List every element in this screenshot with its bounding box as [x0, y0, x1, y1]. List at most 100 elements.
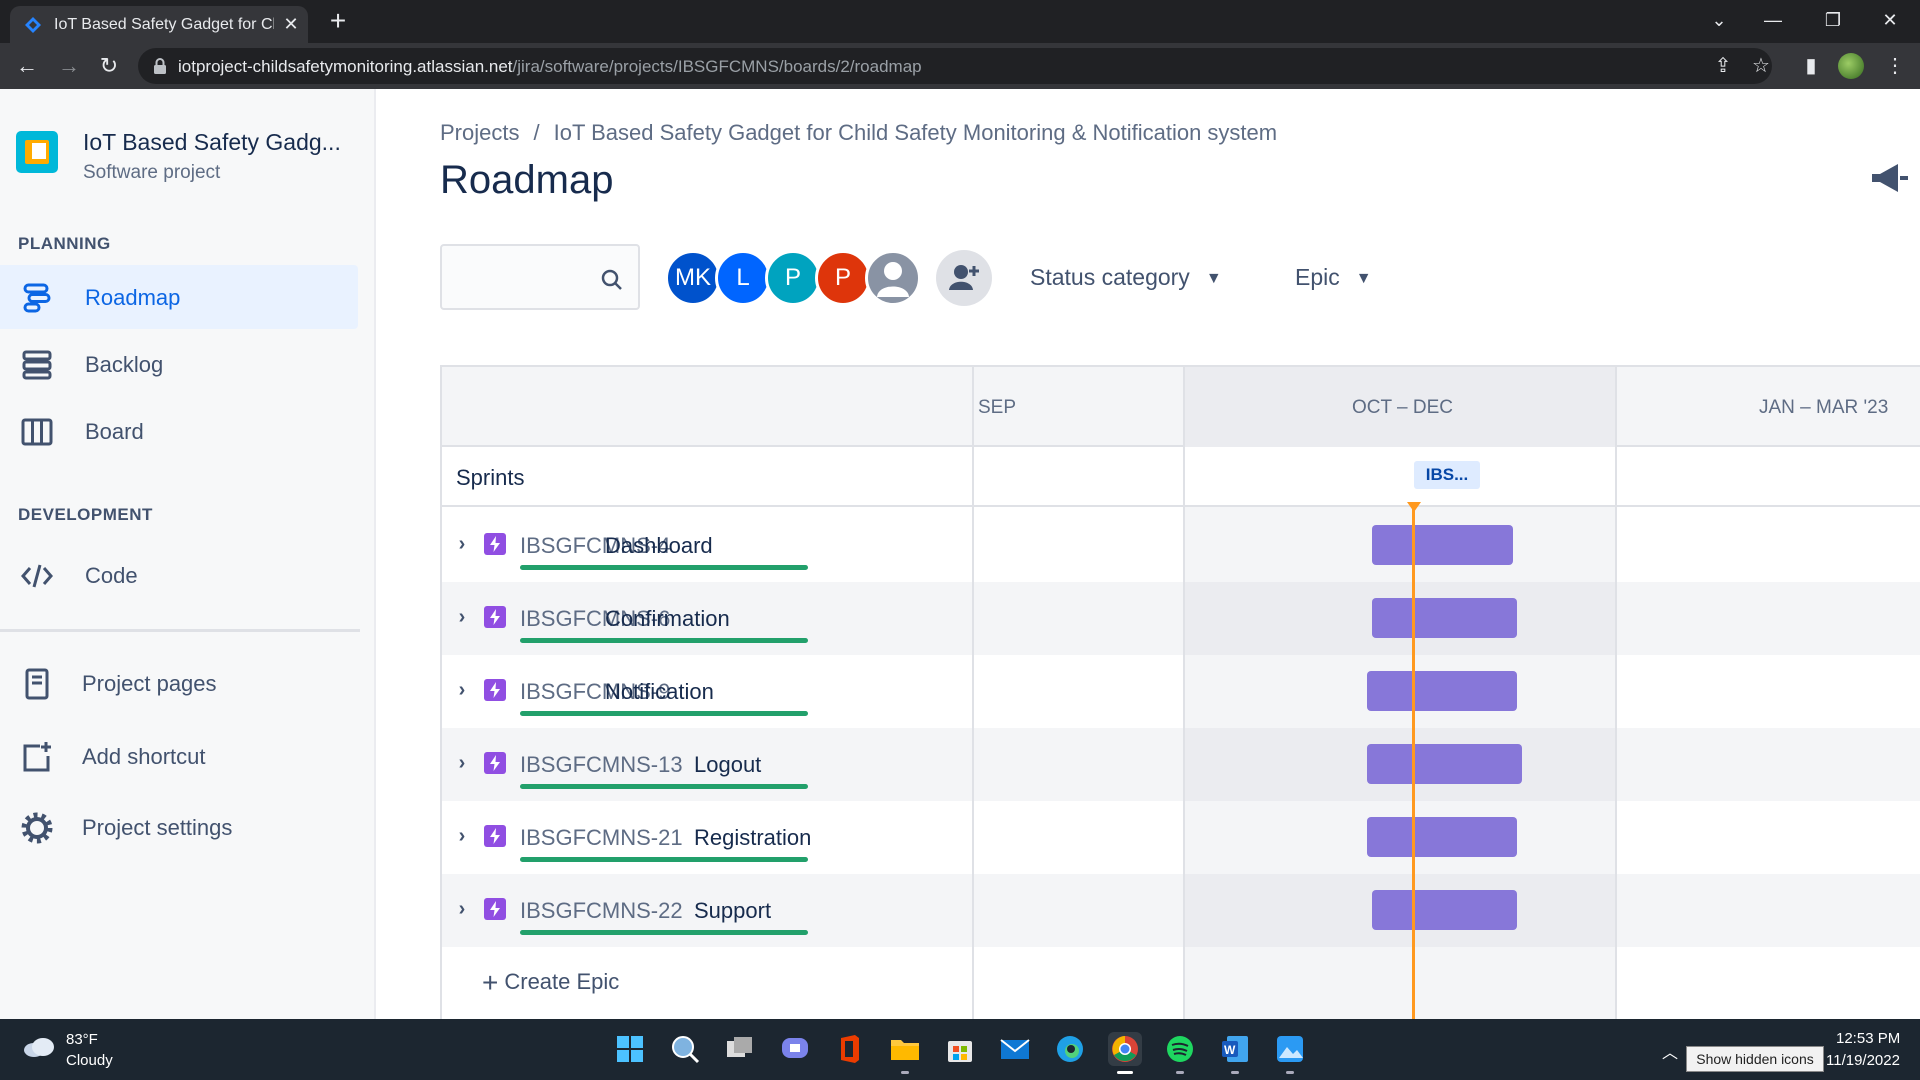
epic-icon: [484, 533, 506, 555]
sidebar-item-label: Project settings: [82, 815, 233, 840]
epic-row[interactable]: › IBSGFCMNS-22 Support: [442, 874, 1920, 947]
close-tab-icon[interactable]: ✕: [280, 13, 302, 35]
restore-icon[interactable]: ❐: [1818, 8, 1848, 32]
sidebar-item-backlog[interactable]: Backlog: [0, 332, 358, 396]
chevron-right-icon[interactable]: ›: [452, 606, 472, 628]
epic-row[interactable]: › IBSGFCMNS-13 Logout: [442, 728, 1920, 801]
epic-name[interactable]: Logout: [694, 752, 761, 778]
month-jan-mar: JAN – MAR '23: [1759, 397, 1889, 418]
sidebar-item-roadmap[interactable]: Roadmap: [0, 265, 358, 329]
breadcrumb: Projects / IoT Based Safety Gadget for Chi…: [440, 120, 1277, 146]
epic-title-cell: › IBSGFCMNS-4 Dashboard: [442, 509, 972, 582]
epic-row[interactable]: › IBSGFCMNS-6 Confirmation: [442, 582, 1920, 655]
edge-icon[interactable]: [1053, 1032, 1087, 1066]
microsoft-store-icon[interactable]: [943, 1032, 977, 1066]
status-category-filter[interactable]: Status category ▼: [1030, 264, 1222, 291]
roadmap-timeline: SEP OCT – DEC JAN – MAR '23 Sprints IBS.…: [440, 365, 1920, 1019]
spotify-icon[interactable]: [1163, 1032, 1197, 1074]
epic-timeline-bar[interactable]: [1372, 890, 1517, 930]
word-icon[interactable]: W: [1218, 1032, 1252, 1074]
file-explorer-icon[interactable]: [888, 1032, 922, 1074]
epic-timeline-bar[interactable]: [1372, 598, 1517, 638]
chevron-right-icon[interactable]: ›: [452, 752, 472, 774]
start-button[interactable]: [613, 1032, 647, 1066]
chevron-right-icon[interactable]: ›: [452, 825, 472, 847]
chevron-up-icon[interactable]: ︿: [1660, 1039, 1680, 1062]
epic-name[interactable]: Confirmation: [605, 606, 730, 632]
epic-name[interactable]: Notification: [605, 679, 714, 705]
avatar[interactable]: MK: [665, 250, 721, 306]
photos-icon[interactable]: [1273, 1032, 1307, 1074]
project-name[interactable]: IoT Based Safety Gadg...: [83, 129, 341, 156]
epic-row[interactable]: › IBSGFCMNS-9 Notification: [442, 655, 1920, 728]
epic-name[interactable]: Dashboard: [605, 533, 713, 559]
browser-tab[interactable]: IoT Based Safety Gadget for Chil ✕: [10, 6, 308, 43]
epic-key[interactable]: IBSGFCMNS-21: [520, 825, 683, 851]
breadcrumb-projects-link[interactable]: Projects: [440, 120, 519, 145]
epic-timeline-bar[interactable]: [1367, 671, 1517, 711]
month-sep: SEP: [978, 397, 1017, 418]
avatar[interactable]: P: [815, 250, 871, 306]
task-view-icon[interactable]: [723, 1032, 757, 1066]
avatar[interactable]: P: [765, 250, 821, 306]
tab-search-icon[interactable]: ⌄: [1704, 8, 1734, 32]
side-panel-icon[interactable]: ▮: [1796, 51, 1826, 81]
avatar[interactable]: L: [715, 250, 771, 306]
sidebar-item-add-shortcut[interactable]: Add shortcut: [0, 724, 358, 788]
sidebar-item-project-pages[interactable]: Project pages: [0, 651, 358, 715]
epic-timeline-bar[interactable]: [1372, 525, 1513, 565]
epic-timeline-bar[interactable]: [1367, 744, 1522, 784]
share-icon[interactable]: ⇪: [1708, 51, 1738, 81]
epic-key[interactable]: IBSGFCMNS-13: [520, 752, 683, 778]
megaphone-icon[interactable]: [1870, 160, 1910, 196]
epic-name[interactable]: Registration: [694, 825, 811, 851]
weather-temperature[interactable]: 83°F: [66, 1031, 98, 1048]
office-icon[interactable]: [833, 1032, 867, 1066]
bookmark-star-icon[interactable]: ☆: [1746, 51, 1776, 81]
address-bar[interactable]: iotproject-childsafetymonitoring.atlassi…: [138, 48, 1772, 84]
epic-key[interactable]: IBSGFCMNS-22: [520, 898, 683, 924]
sidebar-item-board[interactable]: Board: [0, 399, 358, 463]
back-icon[interactable]: ←: [12, 51, 42, 81]
board-icon: [21, 418, 53, 446]
forward-icon[interactable]: →: [54, 51, 84, 81]
clock-date[interactable]: 11/19/2022: [1826, 1052, 1900, 1069]
close-window-icon[interactable]: ✕: [1875, 8, 1905, 32]
reload-icon[interactable]: ↻: [94, 51, 124, 81]
clock-time[interactable]: 12:53 PM: [1836, 1030, 1900, 1047]
add-people-button[interactable]: [936, 250, 992, 306]
minimize-icon[interactable]: —: [1758, 8, 1788, 32]
search-input[interactable]: [452, 264, 592, 292]
sidebar-item-project-settings[interactable]: Project settings: [0, 795, 358, 859]
menu-kebab-icon[interactable]: ⋮: [1880, 51, 1910, 81]
month-oct-dec: OCT – DEC: [1352, 397, 1454, 418]
roadmap-search[interactable]: [440, 244, 640, 310]
chrome-icon[interactable]: [1108, 1032, 1142, 1074]
epic-progress-bar: [520, 784, 808, 789]
url-text: iotproject-childsafetymonitoring.atlassi…: [178, 57, 922, 77]
mail-icon[interactable]: [998, 1032, 1032, 1066]
cloud-icon: [24, 1038, 54, 1057]
teams-chat-icon[interactable]: [778, 1032, 812, 1066]
profile-avatar[interactable]: [1838, 53, 1864, 79]
epic-timeline-bar[interactable]: [1367, 817, 1517, 857]
sidebar-item-label: Project pages: [82, 671, 217, 696]
sidebar-item-code[interactable]: Code: [0, 543, 358, 607]
epic-row[interactable]: › IBSGFCMNS-4 Dashboard: [442, 509, 1920, 582]
epic-row[interactable]: › IBSGFCMNS-21 Registration: [442, 801, 1920, 874]
chevron-right-icon[interactable]: ›: [452, 533, 472, 555]
avatar[interactable]: [865, 250, 921, 306]
sprint-chip[interactable]: IBS...: [1414, 461, 1480, 489]
breadcrumb-project-link[interactable]: IoT Based Safety Gadget for Child Safety…: [554, 120, 1278, 145]
chevron-right-icon[interactable]: ›: [452, 898, 472, 920]
chevron-right-icon[interactable]: ›: [452, 679, 472, 701]
epic-filter[interactable]: Epic ▼: [1295, 264, 1372, 291]
sidebar-item-label: Add shortcut: [82, 744, 206, 769]
weather-condition[interactable]: Cloudy: [66, 1052, 113, 1069]
edge-logo-icon: [1057, 1036, 1083, 1062]
create-epic-button[interactable]: + Create Epic: [482, 967, 619, 999]
chrome-logo-icon: [1112, 1036, 1138, 1062]
new-tab-icon[interactable]: +: [324, 7, 352, 36]
taskbar-search-icon[interactable]: [668, 1032, 702, 1066]
epic-name[interactable]: Support: [694, 898, 771, 924]
